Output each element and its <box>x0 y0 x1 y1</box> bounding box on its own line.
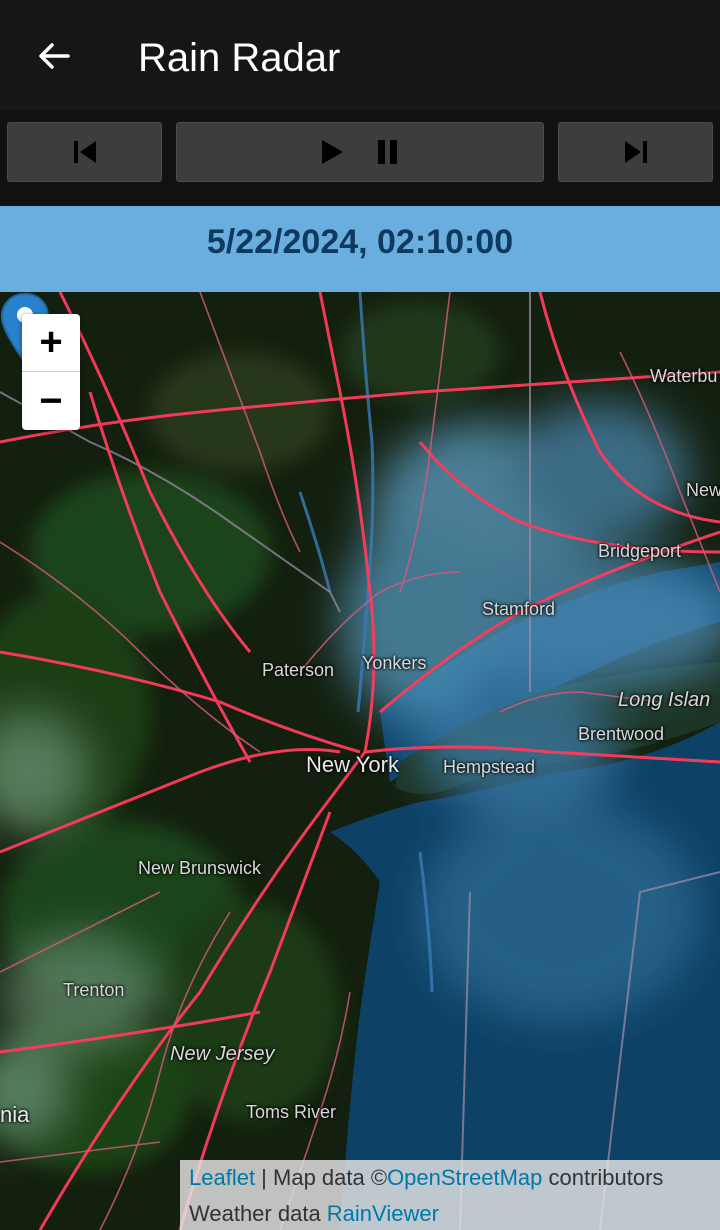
map-label-waterbury: Waterbu <box>650 366 718 386</box>
openstreetmap-link[interactable]: OpenStreetMap <box>387 1165 542 1190</box>
map-label-new-brunswick: New Brunswick <box>138 858 262 878</box>
map-label-brentwood: Brentwood <box>578 724 665 744</box>
app-bar: Rain Radar <box>0 0 720 110</box>
pause-icon <box>378 140 397 164</box>
map-label-hempstead: Hempstead <box>443 757 536 777</box>
map-label-new-haven: New <box>686 480 720 500</box>
attribution-line-1: Leaflet | Map data ©OpenStreetMap contri… <box>189 1160 720 1196</box>
map-label-toms-river: Toms River <box>246 1102 337 1122</box>
map-label-yonkers: Yonkers <box>362 653 427 673</box>
attribution-line-2: Weather data RainViewer <box>189 1196 720 1230</box>
map-label-pennsylvania: nia <box>0 1102 30 1127</box>
play-pause-button[interactable] <box>176 122 544 182</box>
attribution-contributors: contributors <box>542 1165 664 1190</box>
timestamp-bar: 5/22/2024, 02:10:00 <box>0 206 720 292</box>
attribution-separator: | Map data © <box>255 1165 388 1190</box>
next-frame-button[interactable] <box>558 122 713 182</box>
previous-frame-button[interactable] <box>7 122 162 182</box>
rainviewer-link[interactable]: RainViewer <box>327 1201 439 1226</box>
radar-timestamp: 5/22/2024, 02:10:00 <box>206 223 514 261</box>
page-title: Rain Radar <box>138 36 341 80</box>
map-label-new-jersey: New Jersey <box>170 1043 275 1065</box>
map-label-stamford: Stamford <box>482 599 556 619</box>
zoom-control: + − <box>22 314 80 430</box>
skip-previous-icon <box>73 141 96 163</box>
leaflet-link[interactable]: Leaflet <box>189 1165 255 1190</box>
play-icon <box>322 140 343 164</box>
map-label-new-york: New York <box>306 752 399 777</box>
skip-next-icon <box>624 141 647 163</box>
zoom-in-button[interactable]: + <box>22 314 80 372</box>
map-label-bridgeport: Bridgeport <box>598 541 682 561</box>
map-label-trenton: Trenton <box>63 980 125 1000</box>
zoom-out-button[interactable]: − <box>22 372 80 430</box>
map-attribution: Leaflet | Map data ©OpenStreetMap contri… <box>180 1160 720 1230</box>
radar-map[interactable]: Waterbu New Bridgeport Stamford Yonkers … <box>0 292 720 1230</box>
weather-data-label: Weather data <box>189 1201 327 1226</box>
arrow-back-icon <box>39 43 70 69</box>
back-button[interactable] <box>22 24 86 88</box>
map-label-long-island: Long Islan <box>618 689 711 711</box>
map-label-paterson: Paterson <box>262 660 335 680</box>
playback-controls <box>0 110 720 206</box>
